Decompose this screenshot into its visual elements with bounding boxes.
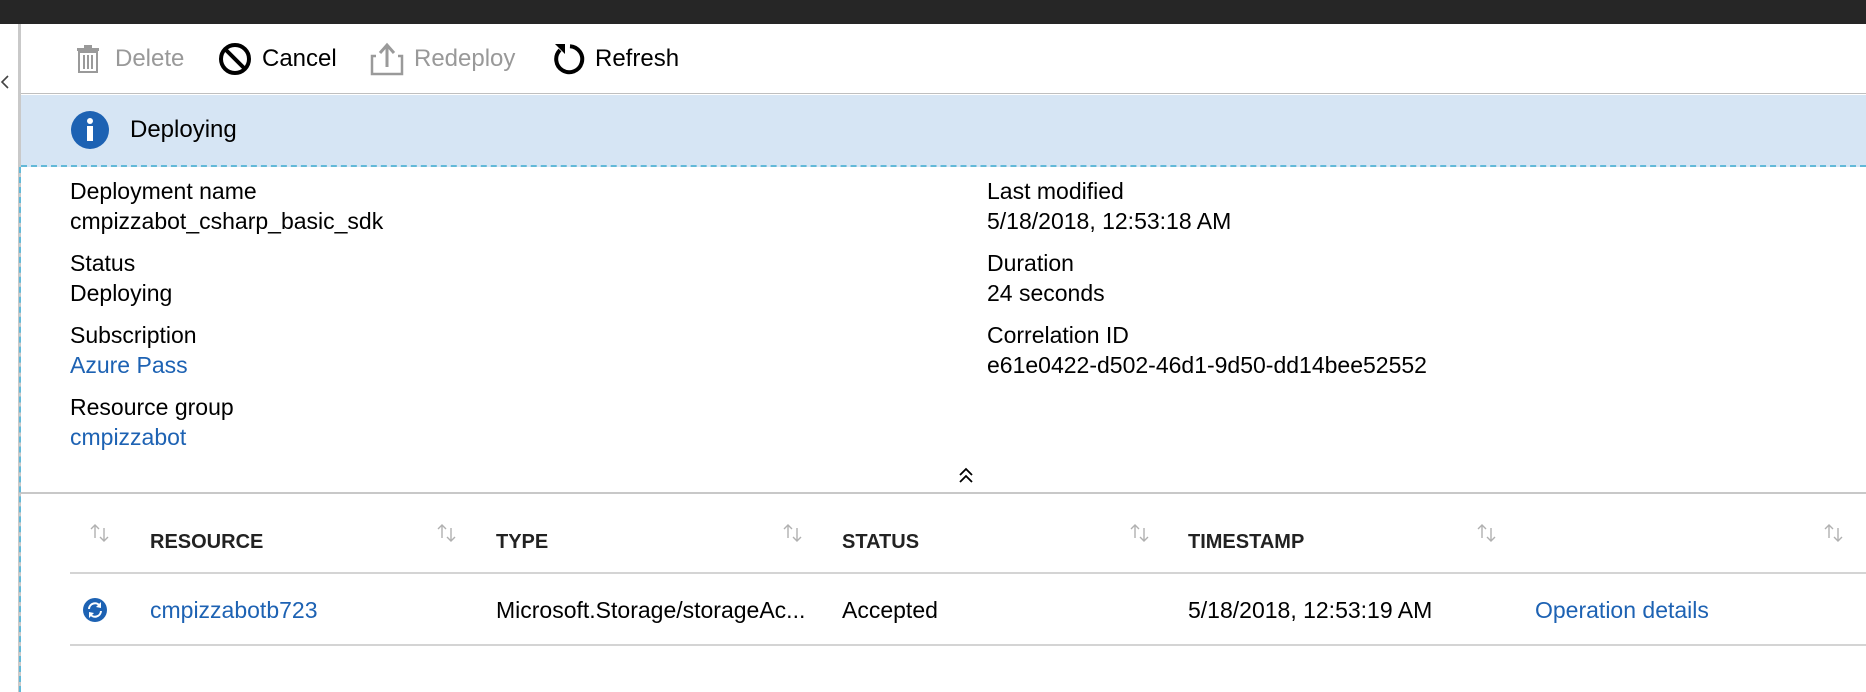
duration-field: Duration 24 seconds: [987, 248, 1105, 308]
upload-icon: [370, 42, 404, 76]
deployment-name-field: Deployment name cmpizzabot_csharp_basic_…: [70, 176, 383, 236]
cancel-button[interactable]: Cancel: [218, 41, 337, 77]
subscription-field: Subscription Azure Pass: [70, 320, 197, 380]
resource-group-link[interactable]: cmpizzabot: [70, 422, 234, 452]
resource-group-field: Resource group cmpizzabot: [70, 392, 234, 452]
table-header-row: RESOURCE TYPE STATUS TIMESTAMP: [70, 510, 1866, 574]
status-banner: Deploying: [21, 95, 1866, 167]
delete-label: Delete: [115, 45, 185, 72]
sort-arrows-icon[interactable]: [1822, 522, 1846, 544]
deployment-name-label: Deployment name: [70, 178, 257, 204]
last-modified-value: 5/18/2018, 12:53:18 AM: [987, 208, 1232, 234]
in-progress-sync-icon: [83, 598, 107, 622]
last-modified-field: Last modified 5/18/2018, 12:53:18 AM: [987, 176, 1231, 236]
cancel-icon: [218, 42, 252, 76]
collapse-double-chevron-up-icon[interactable]: [956, 466, 976, 486]
refresh-label: Refresh: [595, 45, 680, 72]
resource-link[interactable]: cmpizzabotb723: [150, 574, 318, 646]
refresh-icon: [551, 42, 585, 76]
command-bar: Delete Cancel Redeploy Refresh: [21, 24, 1866, 94]
redeploy-button[interactable]: Redeploy: [370, 41, 515, 77]
status-field: Status Deploying: [70, 248, 172, 308]
delete-button[interactable]: Delete: [71, 41, 184, 77]
cancel-label: Cancel: [262, 45, 337, 72]
status-label: Status: [70, 250, 136, 276]
sort-arrows-icon[interactable]: [1128, 522, 1152, 544]
operations-table: RESOURCE TYPE STATUS TIMESTAMP cmpizzabo…: [70, 510, 1866, 646]
info-icon: [71, 111, 109, 149]
timestamp-cell: 5/18/2018, 12:53:19 AM: [1188, 596, 1433, 623]
subscription-link[interactable]: Azure Pass: [70, 350, 197, 380]
status-cell: Accepted: [842, 596, 938, 623]
resource-group-label: Resource group: [70, 394, 234, 420]
table-row: cmpizzabotb723 Microsoft.Storage/storage…: [70, 574, 1866, 646]
top-bar: [0, 0, 1866, 24]
duration-value: 24 seconds: [987, 280, 1105, 306]
type-cell: Microsoft.Storage/storageAc...: [496, 596, 806, 623]
chevron-left-icon[interactable]: [0, 74, 10, 90]
correlation-id-field: Correlation ID e61e0422-d502-46d1-9d50-d…: [987, 320, 1427, 380]
last-modified-label: Last modified: [987, 178, 1124, 204]
status-value: Deploying: [70, 280, 173, 306]
column-header-resource[interactable]: RESOURCE: [150, 510, 263, 574]
sort-arrows-icon[interactable]: [1475, 522, 1499, 544]
sort-arrows-icon[interactable]: [781, 522, 805, 544]
dashed-focus-border: [19, 167, 21, 692]
duration-label: Duration: [987, 250, 1074, 276]
column-header-status[interactable]: STATUS: [842, 510, 919, 574]
refresh-button[interactable]: Refresh: [551, 41, 679, 77]
column-header-type[interactable]: TYPE: [496, 510, 548, 574]
subscription-label: Subscription: [70, 322, 197, 348]
correlation-id-label: Correlation ID: [987, 322, 1129, 348]
sort-arrows-icon[interactable]: [88, 522, 112, 544]
sort-arrows-icon[interactable]: [435, 522, 459, 544]
redeploy-label: Redeploy: [414, 45, 516, 72]
banner-status-text: Deploying: [130, 116, 237, 143]
operation-details-link[interactable]: Operation details: [1535, 574, 1709, 646]
collapsed-side-panel: [0, 24, 20, 692]
column-header-timestamp[interactable]: TIMESTAMP: [1188, 510, 1304, 574]
deployment-name-value: cmpizzabot_csharp_basic_sdk: [70, 208, 384, 234]
details-divider: [21, 492, 1866, 494]
correlation-id-value: e61e0422-d502-46d1-9d50-dd14bee52552: [987, 352, 1427, 378]
trash-icon: [71, 42, 105, 76]
